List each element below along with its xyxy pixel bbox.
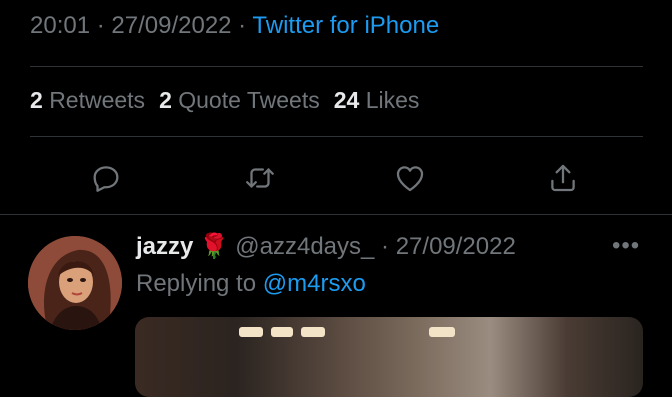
like-button[interactable] <box>390 158 430 198</box>
tweet-stats: 2 Retweets 2 Quote Tweets 24 Likes <box>30 87 419 114</box>
avatar[interactable] <box>28 236 122 330</box>
rose-emoji-icon: 🌹 <box>199 233 230 260</box>
share-button[interactable] <box>543 158 583 198</box>
likes-stat[interactable]: 24 Likes <box>334 87 420 113</box>
tweet-source-link[interactable]: Twitter for iPhone <box>252 12 439 39</box>
retweet-icon <box>246 168 274 188</box>
quotes-stat[interactable]: 2 Quote Tweets <box>159 87 320 113</box>
display-name[interactable]: jazzy <box>136 233 193 260</box>
retweets-stat[interactable]: 2 Retweets <box>30 87 145 113</box>
replying-to-mention[interactable]: @m4rsxo <box>263 270 366 297</box>
divider-middle <box>30 136 643 137</box>
meta-separator: · <box>90 12 112 39</box>
likes-count: 24 <box>333 87 360 113</box>
reply-media-image[interactable] <box>135 317 643 397</box>
tweet-meta: 20:01 · 27/09/2022 · Twitter for iPhone <box>30 12 439 40</box>
retweets-count: 2 <box>30 87 43 113</box>
replying-prefix: Replying to <box>136 270 257 297</box>
tweet-time: 20:01 <box>30 12 91 39</box>
reply-icon <box>93 166 119 192</box>
quotes-count: 2 <box>159 87 172 113</box>
retweets-label: Retweets <box>49 87 146 113</box>
tweet-action-bar <box>0 158 672 198</box>
likes-label: Likes <box>365 87 420 113</box>
more-options-icon[interactable]: ••• <box>612 232 640 260</box>
header-separator: · <box>374 233 396 260</box>
reply-button[interactable] <box>86 158 126 198</box>
meta-separator-2: · <box>231 12 253 39</box>
reply-tweet[interactable]: jazzy 🌹 @azz4days_ · 27/09/2022 ••• Replyi… <box>0 216 672 397</box>
tweet-date: 27/09/2022 <box>111 12 232 39</box>
share-icon <box>551 164 575 192</box>
divider-top <box>30 66 643 67</box>
like-icon <box>396 166 424 192</box>
retweet-button[interactable] <box>240 158 280 198</box>
divider-bottom <box>0 214 672 215</box>
reply-date[interactable]: 27/09/2022 <box>396 233 516 260</box>
replying-to-line: Replying to @m4rsxo <box>136 270 366 298</box>
reply-header: jazzy 🌹 @azz4days_ · 27/09/2022 <box>136 232 516 261</box>
quotes-label: Quote Tweets <box>178 87 320 113</box>
user-handle[interactable]: @azz4days_ <box>235 233 374 260</box>
